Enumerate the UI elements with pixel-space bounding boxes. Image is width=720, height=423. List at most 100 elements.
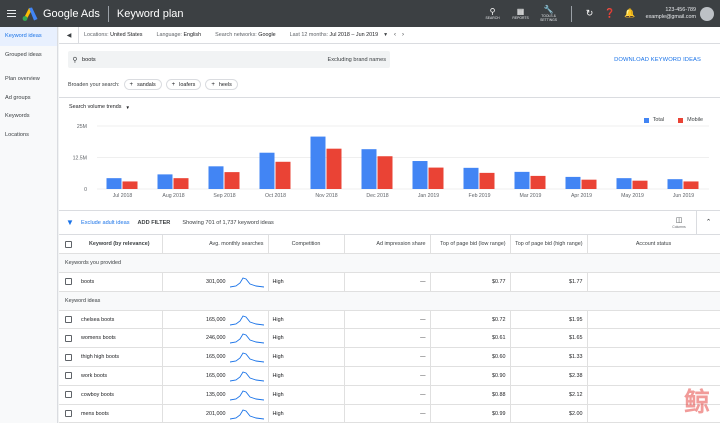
menu-icon[interactable] [0,0,22,27]
sidebar-item-plan-overview[interactable]: Plan overview [0,70,57,89]
header-avg-monthly-searches[interactable]: Avg. monthly searches [162,235,269,255]
keyword-cell: cowboy boots [77,385,163,405]
brand-name: Google Ads [43,7,100,20]
top-app-bar: Google Ads Keyword plan ⚲ SEARCH ▦ REPOR… [0,0,720,27]
keyword-search-input[interactable]: ⚲ boots Excluding brand names [68,51,390,68]
header-ad-impression-share[interactable]: Ad impression share [344,235,431,255]
trend-sparkline [229,277,264,288]
bid-high-cell: $1.77 [510,272,588,292]
header-bid-low[interactable]: Top of page bid (low range) [430,235,511,255]
trend-sparkline [229,371,264,382]
row-checkbox[interactable] [59,404,77,423]
x-tick-label: Mar 2019 [520,193,542,199]
bar-total [157,174,173,189]
row-checkbox[interactable] [59,328,77,349]
x-tick-label: Dec 2018 [366,193,388,199]
keyword-cell: work boots [77,366,163,386]
networks-filter[interactable]: Search networks: Google [215,32,276,38]
select-all-checkbox[interactable] [59,235,77,255]
avg-searches-cell: 246,000 [162,328,269,349]
row-checkbox[interactable] [59,347,77,368]
share-cell: — [344,366,431,386]
header-keyword[interactable]: Keyword (by relevance) [77,235,163,255]
table-row[interactable]: chelsea boots 165,000 High — $0.72 $1.95 [59,310,720,330]
language-filter[interactable]: Language: English [156,32,201,38]
table-row[interactable]: thigh high boots 165,000 High — $0.60 $1.33 [59,347,720,368]
chip-sandals[interactable]: + sandals [123,79,162,90]
y-tick-label: 25M [77,124,87,130]
broaden-search: Broaden your search: + sandals + loafers +… [68,78,238,91]
table-row[interactable]: cowboy boots 135,000 High — $0.88 $2.12 [59,385,720,405]
status-cell [587,328,720,349]
sidebar-item-keyword-ideas[interactable]: Keyword ideas [0,27,57,46]
row-checkbox[interactable] [59,366,77,386]
keyword-cell: boots [77,272,163,292]
bid-high-cell: $2.00 [510,404,588,423]
notifications-icon[interactable]: 🔔 [620,8,640,19]
share-cell: — [344,272,431,292]
avg-searches-cell: 165,000 [162,366,269,386]
wrench-icon: 🔧 [543,5,554,14]
sidebar-item-keywords[interactable]: Keywords [0,107,57,126]
chart-panel: Search volume trends ▼ Total Mobile 0 12.5… [59,98,720,211]
competition-cell: High [268,272,345,292]
group-label: Keyword ideas [59,291,720,311]
search-tool-button[interactable]: ⚲ SEARCH [479,0,507,27]
search-volume-chart: 0 12.5M 25M Jul 2018 Aug 2018 Sep 2018 Oct 201… [73,124,709,199]
exclude-adult-ideas[interactable]: Exclude adult ideas [81,220,130,226]
row-checkbox[interactable] [59,272,77,292]
table-row[interactable]: boots 301,000 High — $0.77 $1.77 [59,272,720,292]
columns-button[interactable]: ◫ Columns [668,217,690,229]
avatar[interactable] [700,6,714,21]
bar-mobile [428,167,444,189]
table-row[interactable]: womens boots 246,000 High — $0.61 $1.65 [59,328,720,349]
header-account-status[interactable]: Account status [587,235,720,255]
share-cell: — [344,310,431,330]
refresh-icon[interactable]: ↻ [580,8,600,19]
competition-cell: High [268,310,345,330]
row-checkbox[interactable] [59,385,77,405]
share-cell: — [344,347,431,368]
x-tick-label: Apr 2019 [571,193,592,199]
header-bid-high[interactable]: Top of page bid (high range) [510,235,588,255]
bid-low-cell: $0.77 [430,272,511,292]
share-cell: — [344,328,431,349]
table-row[interactable]: mens boots 201,000 High — $0.99 $2.00 [59,404,720,423]
next-period-icon[interactable]: › [402,32,404,38]
exclude-brands-toggle[interactable]: Excluding brand names [328,57,386,63]
download-keyword-ideas-link[interactable]: DOWNLOAD KEYWORD IDEAS [614,57,701,63]
tools-settings-button[interactable]: 🔧 TOOLS & SETTINGS [535,0,563,27]
reports-tool-button[interactable]: ▦ REPORTS [507,0,535,27]
collapse-icon[interactable]: ⌃ [696,210,720,235]
x-tick-label: Jun 2019 [673,193,694,199]
search-value[interactable]: boots [82,57,328,63]
filter-icon[interactable]: ▼ [59,218,81,227]
back-icon[interactable]: ◀ [63,32,75,39]
chip-loafers[interactable]: + loafers [165,79,202,90]
header-competition[interactable]: Competition [268,235,345,255]
row-checkbox[interactable] [59,310,77,330]
add-filter-button[interactable]: ADD FILTER [138,220,171,226]
date-range-filter[interactable]: Last 12 months: Jul 2018 – Jun 2019 ▼ [290,32,388,38]
keyword-cell: womens boots [77,328,163,349]
google-ads-logo[interactable] [22,7,38,21]
sidebar-item-locations[interactable]: Locations [0,126,57,145]
bid-low-cell: $0.72 [430,310,511,330]
previous-period-icon[interactable]: ‹ [394,32,396,38]
table-row[interactable]: work boots 165,000 High — $0.90 $2.38 [59,366,720,386]
bar-total [259,152,275,189]
bid-low-cell: $0.61 [430,328,511,349]
locations-filter[interactable]: Locations: United States [84,32,142,38]
plus-icon: + [129,81,134,88]
reports-icon: ▦ [516,7,525,16]
sidebar-item-ad-groups[interactable]: Ad groups [0,89,57,108]
keyword-cell: thigh high boots [77,347,163,368]
chip-heels[interactable]: + heels [205,79,238,90]
broaden-label: Broaden your search: [68,81,120,88]
dropdown-arrow-icon: ▼ [383,32,389,38]
search-icon: ⚲ [72,56,78,64]
help-icon[interactable]: ❓ [600,8,620,19]
sidebar-item-grouped-ideas[interactable]: Grouped ideas [0,46,57,65]
account-info[interactable]: 123-456-789 example@gmail.com [646,7,696,20]
competition-cell: High [268,366,345,386]
